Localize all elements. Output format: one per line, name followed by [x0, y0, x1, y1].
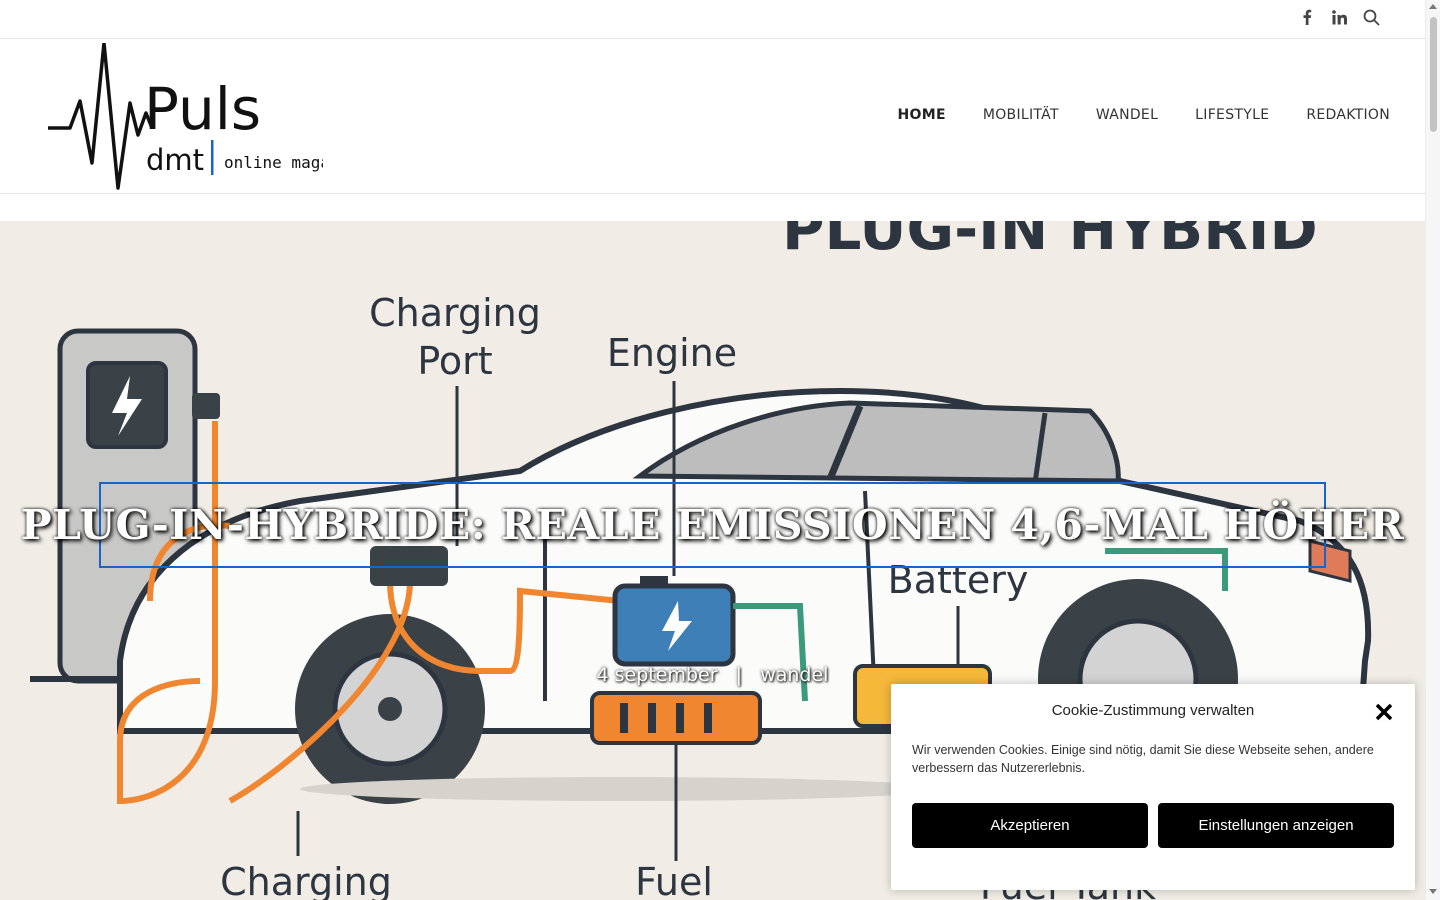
page: Puls dmt online magazin HOME MOBILITÄT W…	[0, 0, 1440, 900]
scrollbar-thumb[interactable]	[1430, 17, 1437, 132]
cookie-settings-button[interactable]: Einstellungen anzeigen	[1158, 803, 1394, 848]
image-heading: PLUG-IN HYBRID	[782, 221, 1318, 263]
image-label-charging-port-2: Port	[417, 339, 492, 383]
scroll-up-arrow[interactable]	[1429, 4, 1437, 9]
nav-item-wandel[interactable]: WANDEL	[1096, 107, 1158, 123]
hero-title-link[interactable]: Plug-in-Hybride: Reale Emissionen 4,6-ma…	[21, 482, 1404, 568]
image-label-fuel: Fuel	[635, 860, 713, 900]
image-label-engine: Engine	[607, 331, 737, 375]
post-date: 4 september	[596, 664, 718, 686]
search-icon[interactable]	[1362, 8, 1380, 26]
close-icon[interactable]	[1375, 703, 1393, 721]
hero-meta: 4 september | wandel	[0, 664, 1425, 686]
cookie-consent-banner: Cookie-Zustimmung verwalten Wir verwende…	[891, 684, 1415, 890]
meta-separator	[724, 664, 736, 686]
top-bar	[0, 0, 1425, 39]
main-nav: HOME MOBILITÄT WANDEL LIFESTYLE REDAKTIO…	[898, 107, 1390, 123]
image-label-charging: Charging	[220, 860, 392, 900]
logo-brand: dmt	[146, 143, 204, 177]
nav-item-home[interactable]: HOME	[898, 107, 946, 123]
facebook-icon[interactable]	[1298, 8, 1316, 26]
post-category-link[interactable]: wandel	[760, 664, 828, 686]
linkedin-icon[interactable]	[1330, 8, 1348, 26]
site-logo[interactable]: Puls dmt online magazin	[48, 41, 359, 191]
hero-title: Plug-in-Hybride: Reale Emissionen 4,6-ma…	[20, 501, 1405, 549]
social-icons	[1298, 8, 1380, 26]
image-engine	[590, 691, 762, 745]
nav-item-redaktion[interactable]: REDAKTION	[1306, 107, 1390, 123]
cookie-text: Wir verwenden Cookies. Einige sind nötig…	[912, 743, 1374, 775]
page-scrollbar[interactable]	[1425, 0, 1440, 900]
image-label-charging-port-1: Charging	[369, 291, 541, 335]
site-header: Puls dmt online magazin HOME MOBILITÄT W…	[0, 39, 1425, 194]
logo-divider	[211, 140, 214, 175]
nav-item-mobilitaet[interactable]: MOBILITÄT	[983, 107, 1059, 123]
nav-item-lifestyle[interactable]: LIFESTYLE	[1195, 107, 1269, 123]
cookie-title: Cookie-Zustimmung verwalten	[1051, 702, 1255, 719]
logo-wordmark: Puls	[144, 75, 261, 143]
logo-tagline: online magazin	[224, 153, 323, 172]
accept-cookies-button[interactable]: Akzeptieren	[912, 803, 1148, 848]
image-battery	[612, 576, 736, 667]
scroll-down-arrow[interactable]	[1429, 889, 1437, 894]
